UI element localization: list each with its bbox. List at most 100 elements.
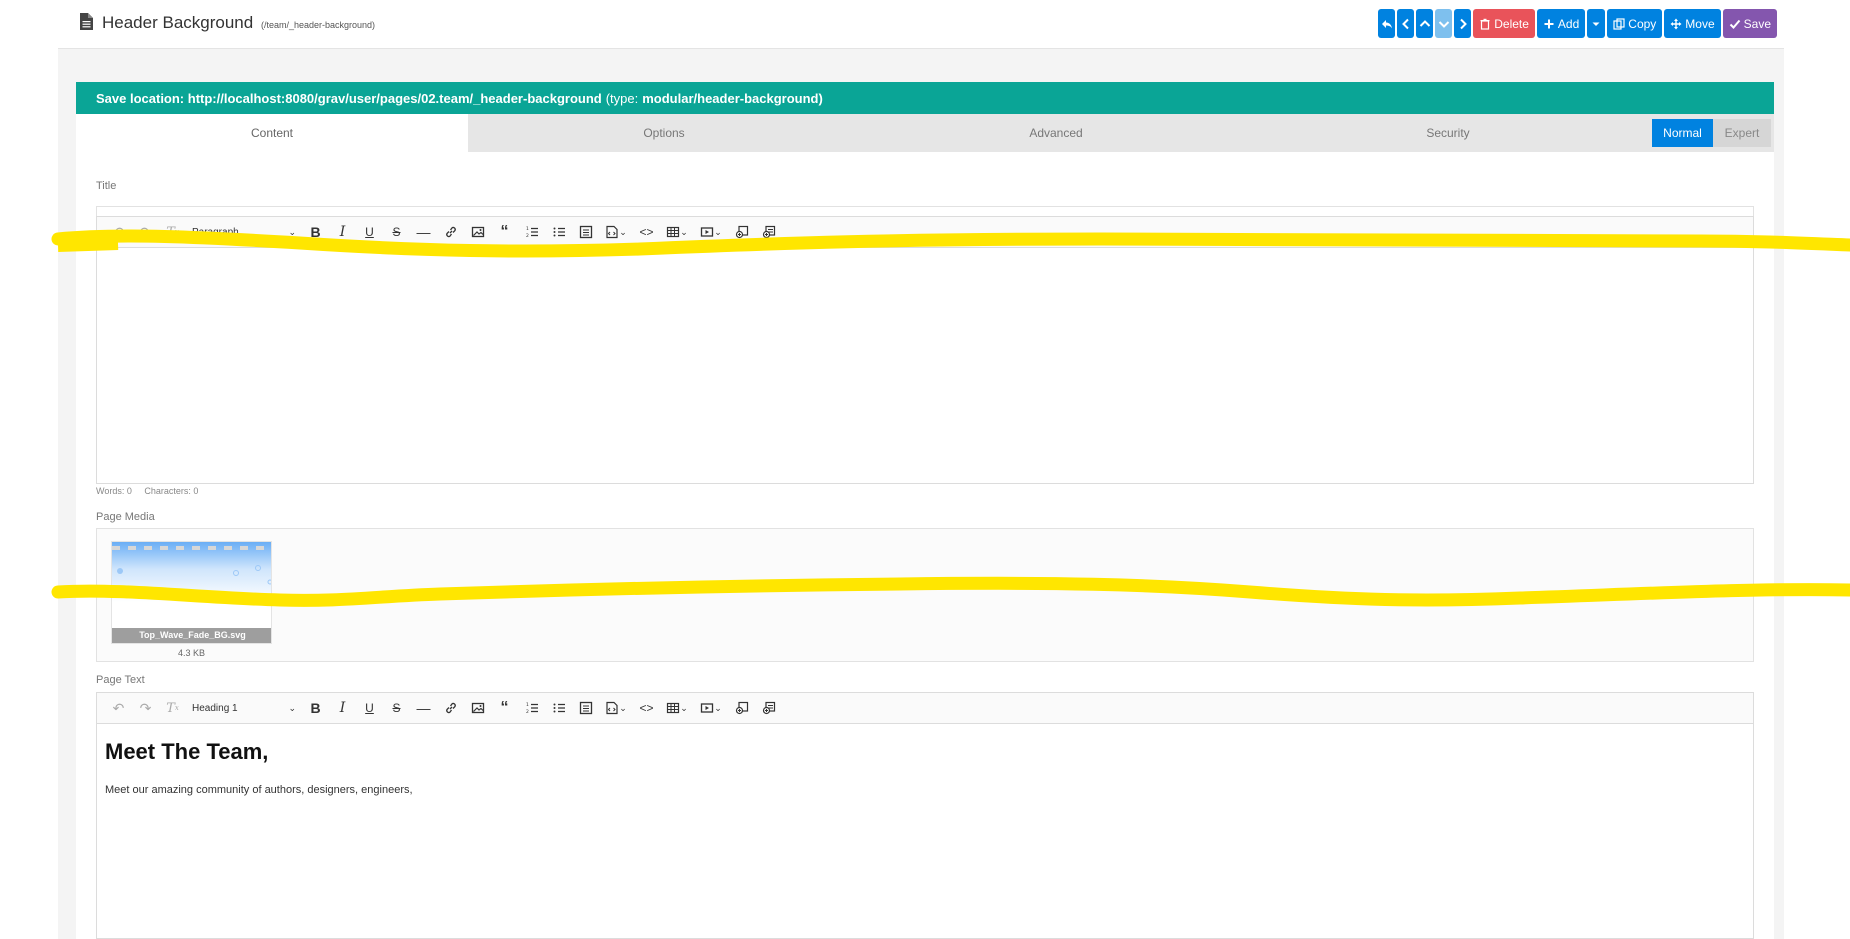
top-bar: Header Background (/team/_header-backgro…	[58, 0, 1784, 49]
reply-icon	[1381, 19, 1392, 28]
table-dropdown[interactable]: ⌄	[660, 697, 694, 719]
trash-icon	[1480, 18, 1490, 30]
bulleted-list-icon[interactable]	[545, 697, 572, 719]
page-text-editor: ↶ ↷ Tx Heading 1 ⌄ B I U S — “ 12 ⌄ <> ⌄…	[96, 692, 1754, 939]
previous-page-button[interactable]	[1397, 9, 1415, 38]
media-file-size: 4.3 KB	[177, 648, 206, 658]
page-media-dropzone[interactable]: Top_Wave_Fade_BG.svg 4.3 KB	[96, 528, 1754, 662]
insert-notice-icon[interactable]	[755, 221, 782, 243]
strikethrough-icon[interactable]: S	[383, 697, 410, 719]
page-text-editor-toolbar: ↶ ↷ Tx Heading 1 ⌄ B I U S — “ 12 ⌄ <> ⌄…	[97, 693, 1753, 724]
bulleted-list-icon[interactable]	[545, 221, 572, 243]
page: Header Background (/team/_header-backgro…	[0, 0, 1850, 939]
svg-text:1: 1	[526, 702, 529, 708]
quote-icon[interactable]: “	[491, 221, 518, 243]
italic-icon[interactable]: I	[329, 697, 356, 719]
parent-page-button[interactable]	[1416, 9, 1434, 38]
tab-security[interactable]: Security	[1252, 114, 1644, 152]
save-location-type-prefix: (type:	[605, 90, 639, 106]
redo-icon[interactable]: ↷	[132, 221, 159, 243]
horizontal-line-icon[interactable]: —	[410, 697, 437, 719]
bold-icon[interactable]: B	[302, 697, 329, 719]
content-editor: ↶ ↷ Tx Paragraph ⌄ B I U S — “ 12 ⌄ <> ⌄…	[96, 216, 1754, 484]
wave-image	[112, 542, 271, 630]
save-button[interactable]: Save	[1722, 9, 1777, 38]
insert-shortcode-icon[interactable]	[728, 697, 755, 719]
chevron-down-icon: ⌄	[288, 226, 296, 237]
table-dropdown[interactable]: ⌄	[660, 221, 694, 243]
content-paragraph: Meet our amazing community of authors, d…	[105, 784, 413, 796]
image-icon[interactable]	[464, 221, 491, 243]
next-page-button[interactable]	[1454, 9, 1472, 38]
numbered-list-icon[interactable]: 12	[518, 221, 545, 243]
back-button[interactable]	[1378, 9, 1396, 38]
link-icon[interactable]	[437, 697, 464, 719]
page-text-label: Page Text	[96, 674, 145, 686]
move-button[interactable]: Move	[1664, 9, 1721, 38]
strikethrough-icon[interactable]: S	[383, 221, 410, 243]
media-thumbnail[interactable]: Top_Wave_Fade_BG.svg	[111, 541, 272, 644]
block-format-value: Heading 1	[192, 702, 238, 714]
word-counter: Words: 0 Characters: 0	[96, 486, 208, 496]
numbered-list-icon[interactable]: 12	[518, 697, 545, 719]
move-label: Move	[1685, 16, 1715, 31]
bold-icon[interactable]: B	[302, 221, 329, 243]
chevron-down-icon: ⌄	[619, 226, 627, 237]
delete-button[interactable]: Delete	[1473, 9, 1535, 38]
image-icon[interactable]	[464, 697, 491, 719]
clear-format-icon[interactable]: Tx	[159, 221, 186, 243]
insert-shortcode-icon[interactable]	[728, 221, 755, 243]
editor-tabs: Content Options Advanced Security Normal…	[76, 114, 1774, 152]
plus-icon	[1544, 19, 1554, 28]
mode-expert-button[interactable]: Expert	[1713, 119, 1771, 147]
redo-icon[interactable]: ↷	[132, 697, 159, 719]
underline-icon[interactable]: U	[356, 697, 383, 719]
code-sample-icon[interactable]	[572, 697, 599, 719]
tab-advanced[interactable]: Advanced	[860, 114, 1252, 152]
title-label: Title	[96, 180, 117, 192]
italic-icon[interactable]: I	[329, 221, 356, 243]
character-count: Characters: 0	[144, 486, 199, 496]
media-file-name: Top_Wave_Fade_BG.svg	[112, 628, 271, 643]
word-count: Words: 0	[96, 486, 132, 496]
copy-icon	[1613, 17, 1625, 30]
undo-icon[interactable]: ↶	[105, 221, 132, 243]
chevron-down-icon	[1438, 20, 1449, 28]
block-format-select[interactable]: Paragraph ⌄	[186, 221, 302, 243]
template-dropdown[interactable]: ⌄	[599, 697, 633, 719]
source-code-icon[interactable]: <>	[633, 697, 660, 719]
chevron-right-icon	[1460, 18, 1467, 29]
code-sample-icon[interactable]	[572, 221, 599, 243]
media-dropdown[interactable]: ⌄	[694, 697, 728, 719]
quote-icon[interactable]: “	[491, 697, 518, 719]
svg-text:2: 2	[526, 709, 529, 715]
media-dropdown[interactable]: ⌄	[694, 221, 728, 243]
page-editor-card: Save location: http://localhost:8080/gra…	[76, 82, 1774, 939]
chevron-down-icon: ⌄	[680, 702, 688, 713]
mode-normal-button[interactable]: Normal	[1652, 119, 1713, 147]
page-route: (/team/_header-background)	[260, 20, 376, 30]
block-format-value: Paragraph	[192, 226, 239, 238]
insert-notice-icon[interactable]	[755, 697, 782, 719]
source-code-icon[interactable]: <>	[633, 221, 660, 243]
tab-content[interactable]: Content	[76, 114, 468, 152]
horizontal-line-icon[interactable]: —	[410, 221, 437, 243]
content-editor-body[interactable]	[97, 248, 1753, 483]
mode-switch: Normal Expert	[1652, 119, 1771, 147]
content-heading: Meet The Team,	[105, 739, 269, 764]
underline-icon[interactable]: U	[356, 221, 383, 243]
template-dropdown[interactable]: ⌄	[599, 221, 633, 243]
link-icon[interactable]	[437, 221, 464, 243]
chevron-down-icon: ⌄	[619, 702, 627, 713]
add-button[interactable]: Add	[1536, 9, 1586, 38]
svg-text:1: 1	[526, 226, 529, 232]
copy-button[interactable]: Copy	[1607, 9, 1663, 38]
page-text-editor-body[interactable]: Meet The Team, Meet our amazing communit…	[97, 724, 1753, 939]
clear-format-icon[interactable]: Tx	[159, 697, 186, 719]
tab-options[interactable]: Options	[468, 114, 860, 152]
block-format-select[interactable]: Heading 1 ⌄	[186, 697, 302, 719]
child-page-button[interactable]	[1435, 9, 1453, 38]
undo-icon[interactable]: ↶	[105, 697, 132, 719]
add-dropdown-button[interactable]	[1587, 9, 1606, 38]
page-toolbar: Delete Add Copy Move Save	[1378, 9, 1777, 38]
